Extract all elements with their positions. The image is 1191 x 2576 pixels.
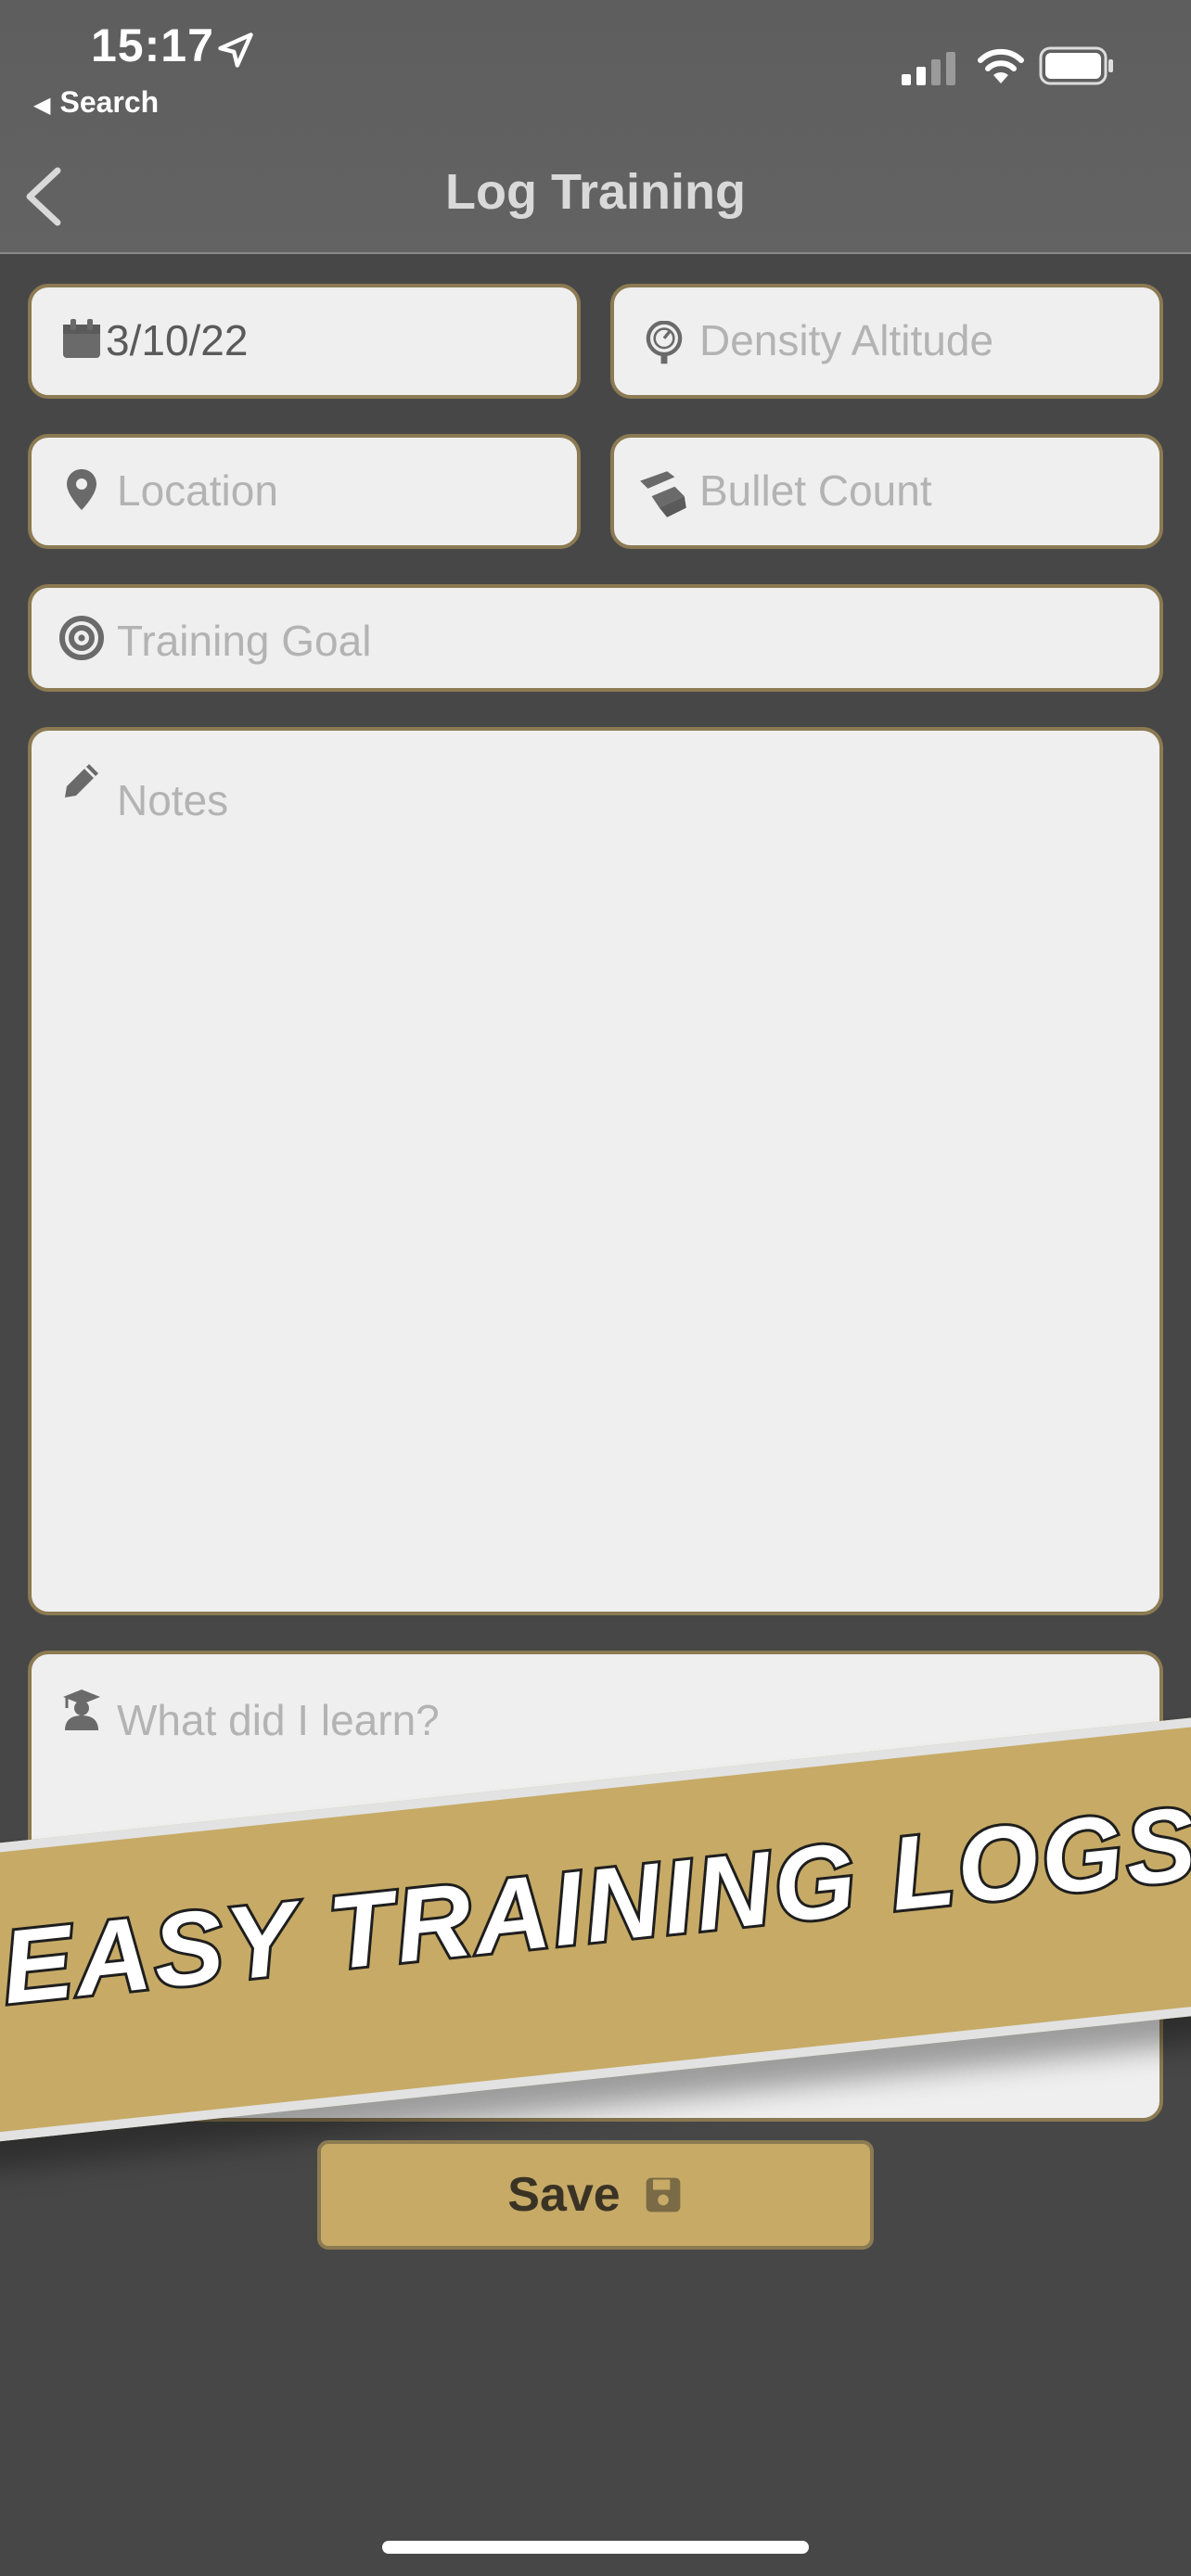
learned-placeholder: What did I learn?: [117, 1696, 440, 1744]
location-placeholder: Location: [117, 466, 278, 515]
back-triangle-icon: ◀: [33, 93, 51, 118]
bullets-icon: [640, 471, 686, 517]
density-altitude-placeholder: Density Altitude: [699, 316, 994, 364]
save-button[interactable]: Save: [317, 2140, 874, 2250]
map-pin-icon: [67, 469, 96, 510]
bullet-count-field[interactable]: Bullet Count: [610, 434, 1163, 549]
target-icon: [59, 616, 104, 660]
density-altitude-field[interactable]: Density Altitude: [610, 284, 1163, 399]
training-goal-placeholder: Training Goal: [117, 617, 372, 665]
pencil-icon: [65, 764, 98, 797]
notes-placeholder: Notes: [117, 776, 229, 824]
calendar-icon: [63, 319, 100, 358]
cellular-signal-icon: [902, 52, 955, 85]
top-bar: 15:17 ◀ Search Log Training: [0, 0, 1191, 254]
wifi-icon: [978, 48, 1024, 83]
floppy-disk-icon: [646, 2177, 681, 2213]
training-goal-field[interactable]: Training Goal: [28, 584, 1163, 692]
notes-textarea[interactable]: Notes: [28, 727, 1163, 1615]
back-app-label: Search: [59, 85, 160, 119]
location-arrow-icon: [218, 32, 253, 68]
home-indicator[interactable]: [382, 2541, 809, 2554]
graduate-icon: [63, 1690, 100, 1730]
gauge-icon: [646, 321, 683, 364]
date-value: 3/10/22: [106, 316, 249, 364]
status-time: 15:17: [91, 19, 214, 71]
page-title: Log Training: [445, 164, 746, 220]
bullet-count-placeholder: Bullet Count: [699, 466, 932, 515]
date-field[interactable]: 3/10/22: [28, 284, 581, 399]
location-field[interactable]: Location: [28, 434, 581, 549]
back-to-app-link[interactable]: ◀ Search: [33, 85, 159, 120]
battery-icon: [1039, 46, 1113, 85]
save-button-label: Save: [507, 2168, 621, 2222]
